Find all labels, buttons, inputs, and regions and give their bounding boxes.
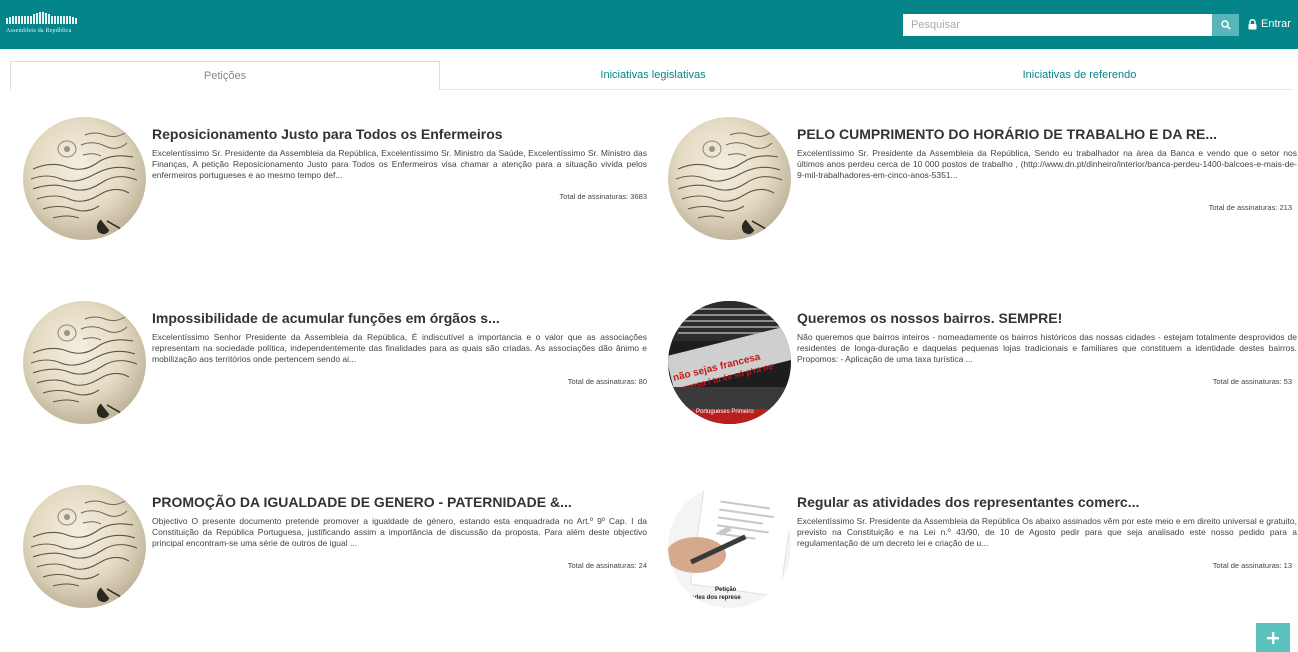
petition-title[interactable]: PROMOÇÃO DA IGUALDADE DE GENERO - PATERN… xyxy=(152,494,647,510)
parliament-logo[interactable]: Assembleia da República xyxy=(6,12,82,36)
tab-iniciativas-de-referendo[interactable]: Iniciativas de referendo xyxy=(866,61,1293,89)
petition-signatures: Total de assinaturas: 53 xyxy=(1212,377,1292,386)
petition-image xyxy=(23,301,146,424)
petition-image: não sejas francesa tuguesa / tu és só p'… xyxy=(668,301,791,424)
tab-peticoes[interactable]: Petições xyxy=(10,61,440,90)
petition-signatures: Total de assinaturas: 13 xyxy=(1212,561,1292,570)
petition-title[interactable]: PELO CUMPRIMENTO DO HORÁRIO DE TRABALHO … xyxy=(797,126,1297,142)
search-icon xyxy=(1220,20,1231,30)
petition-image: Petição idades dos represe xyxy=(668,485,791,608)
petition-card[interactable]: Petição idades dos represe Regular as at… xyxy=(668,485,1298,610)
petition-title[interactable]: Reposicionamento Justo para Todos os Enf… xyxy=(152,126,647,142)
petition-image-subtitle: idades dos represe xyxy=(686,595,741,601)
search-input[interactable] xyxy=(903,14,1212,36)
top-bar: Assembleia da República Entrar xyxy=(0,0,1298,49)
petition-card[interactable]: Reposicionamento Justo para Todos os Enf… xyxy=(23,117,653,242)
petition-signatures: Total de assinaturas: 213 xyxy=(1208,203,1292,212)
petition-image-title: Petição xyxy=(715,587,737,593)
petition-signatures: Total de assinaturas: 24 xyxy=(567,561,647,570)
login-link[interactable]: Entrar xyxy=(1248,18,1291,30)
petition-description: Excelentíssimo Sr. Presidente da Assembl… xyxy=(797,516,1297,548)
petition-card[interactable]: Impossibilidade de acumular funções em ó… xyxy=(23,301,653,426)
section-tabs: Petições Iniciativas legislativas Inicia… xyxy=(10,61,1293,90)
petition-image xyxy=(23,117,146,240)
plus-icon xyxy=(1267,631,1279,644)
petition-description: Objectivo O presente documento pretende … xyxy=(152,516,647,548)
petition-image xyxy=(668,117,791,240)
logo-text: Assembleia da República xyxy=(6,28,72,34)
petition-card[interactable]: PROMOÇÃO DA IGUALDADE DE GENERO - PATERN… xyxy=(23,485,653,610)
petition-title[interactable]: Queremos os nossos bairros. SEMPRE! xyxy=(797,310,1297,326)
search-button[interactable] xyxy=(1212,14,1239,36)
petition-card[interactable]: não sejas francesa tuguesa / tu és só p'… xyxy=(668,301,1298,426)
petition-description: Excelentíssimo Senhor Presidente da Asse… xyxy=(152,332,647,364)
petition-image xyxy=(23,485,146,608)
add-petition-button[interactable] xyxy=(1256,623,1290,652)
petition-description: Excelentíssimo Sr. Presidente da Assembl… xyxy=(797,148,1297,180)
petition-description: Não queremos que bairros inteiros - nome… xyxy=(797,332,1297,364)
petition-signatures: Total de assinaturas: 80 xyxy=(567,377,647,386)
petition-card[interactable]: PELO CUMPRIMENTO DO HORÁRIO DE TRABALHO … xyxy=(668,117,1298,242)
petition-description: Excelentíssimo Sr. Presidente da Assembl… xyxy=(152,148,647,180)
login-label: Entrar xyxy=(1261,18,1291,30)
petition-signatures: Total de assinaturas: 3683 xyxy=(559,192,647,201)
logo-building-icon xyxy=(6,12,82,24)
petition-title[interactable]: Regular as atividades dos representantes… xyxy=(797,494,1297,510)
search-bar xyxy=(903,14,1239,36)
tab-iniciativas-legislativas[interactable]: Iniciativas legislativas xyxy=(440,61,866,89)
petition-title[interactable]: Impossibilidade de acumular funções em ó… xyxy=(152,310,647,326)
protest-footer-text: Portugueses Primeiro xyxy=(696,409,754,415)
lock-icon xyxy=(1248,18,1257,29)
